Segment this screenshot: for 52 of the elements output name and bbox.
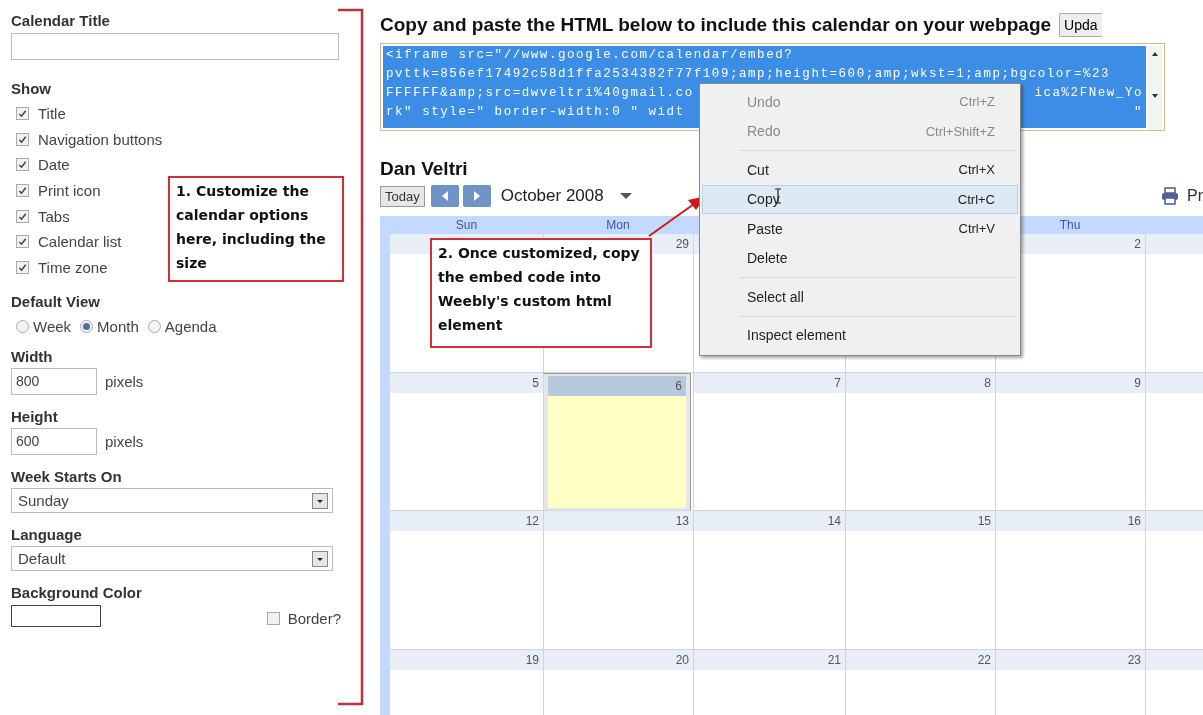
checkbox-label: Date — [38, 156, 70, 174]
embed-heading: Copy and paste the HTML below to include this calendar on your webpage — [380, 14, 1052, 36]
day-number: 6 — [675, 378, 682, 393]
radio-label: Month — [97, 318, 139, 336]
weekday-label: Mon — [606, 218, 630, 232]
code-text: pvttk=856ef17492c58d1ffa2534382f77f109;amp;height=600;amp;wkst=1;amp;bgcolor=%23 — [386, 66, 1111, 83]
checkbox-label: Time zone — [38, 258, 108, 276]
day-number: 16 — [1127, 514, 1141, 528]
checkbox-label: Tabs — [38, 207, 70, 225]
weekday-label: Thu — [1059, 218, 1081, 232]
code-text: ica%2FNew_Yo — [1034, 85, 1143, 102]
day-number: 7 — [834, 375, 841, 390]
day-number: 12 — [525, 514, 539, 528]
calendar-title: Dan Veltri — [380, 158, 468, 180]
day-number: 19 — [525, 652, 539, 667]
field-label: Height — [11, 408, 59, 426]
code-text: rk" style=" border-width:0 " widt — [386, 104, 685, 121]
code-text: FFFFFF&amp;src=dwveltri%40gmail.co — [386, 85, 694, 102]
field-label: Calendar Title — [11, 12, 111, 29]
day-number: 5 — [532, 375, 539, 390]
unit-label: pixels — [105, 433, 144, 451]
code-text: <iframe src="//www.google.com/calendar/embed? — [386, 47, 794, 64]
unit-label: pixels — [105, 373, 144, 391]
field-label: Week Starts On — [11, 468, 123, 486]
day-number: 23 — [1127, 652, 1141, 667]
checkbox-label: Border? — [287, 610, 341, 628]
section-label: Default View — [11, 293, 101, 311]
day-number: 21 — [827, 652, 841, 667]
checkbox-label: Title — [38, 105, 66, 123]
checkbox-label: Print icon — [38, 182, 101, 200]
day-number: 2 — [1134, 237, 1141, 251]
month-label: October 2008 — [500, 186, 604, 206]
field-label: Background Color — [11, 584, 143, 602]
callout-note: 1. Customize the calendar options here, including the size — [168, 176, 344, 282]
radio-label: Agenda — [164, 318, 217, 336]
field-label: Width — [11, 348, 54, 366]
day-number: 29 — [675, 237, 689, 251]
callout-note: 2. Once customized, copy the embed code into Weebly's custom html element — [430, 238, 652, 348]
day-number: 13 — [675, 514, 689, 528]
day-number: 14 — [827, 514, 841, 528]
day-number: 8 — [984, 375, 991, 390]
weekday-label: Sun — [455, 218, 478, 232]
field-label: Language — [11, 526, 83, 544]
day-number: 20 — [675, 652, 689, 667]
checkbox-label: Navigation buttons — [38, 130, 163, 148]
day-number: 9 — [1134, 375, 1141, 390]
day-number: 22 — [977, 652, 991, 667]
code-text: " — [1133, 104, 1143, 121]
section-label: Show — [11, 80, 52, 97]
day-number: 15 — [977, 514, 991, 528]
checkbox-label: Calendar list — [38, 233, 122, 251]
radio-label: Week — [33, 318, 72, 336]
